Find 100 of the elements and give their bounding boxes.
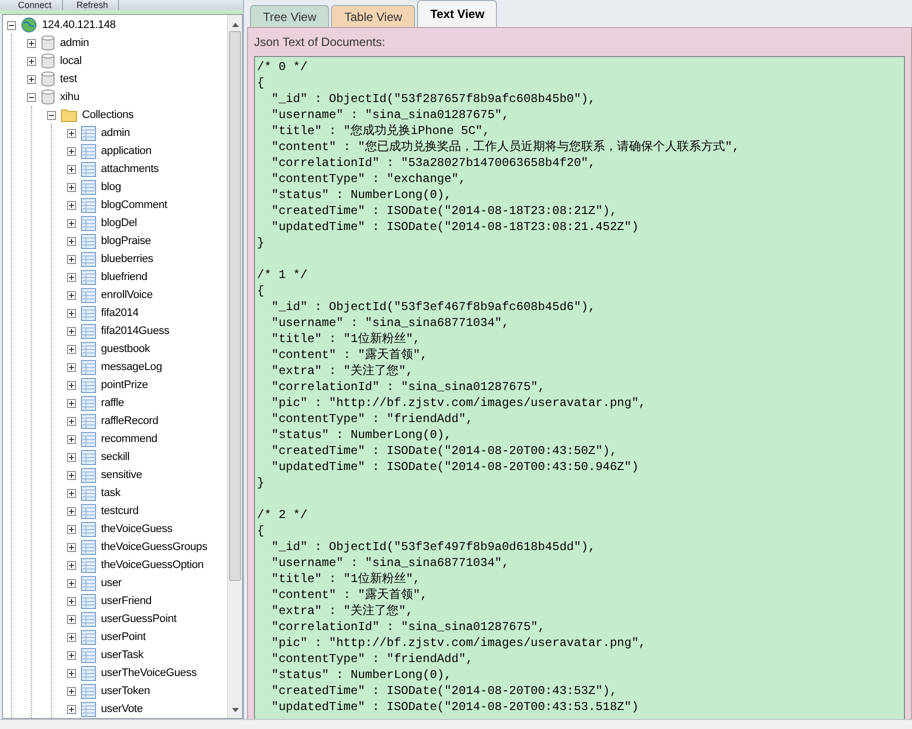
expand-icon[interactable]	[27, 74, 36, 84]
tree-item-label[interactable]: fifa2014Guess	[101, 322, 170, 340]
tree-item-label[interactable]: userGuessPoint	[101, 610, 176, 628]
view-tab[interactable]: Table View	[331, 5, 416, 27]
tree-item-label[interactable]: application	[101, 142, 152, 160]
scrollbar[interactable]	[227, 15, 242, 718]
expand-icon[interactable]	[67, 362, 76, 372]
expand-icon[interactable]	[67, 308, 76, 318]
tree-item-label[interactable]: admin	[101, 124, 130, 142]
table-icon	[81, 234, 96, 248]
tree-item-label[interactable]: user	[101, 574, 122, 592]
panel-label: Json Text of Documents:	[254, 34, 386, 51]
json-line: "content" : "露天首领",	[270, 347, 428, 363]
tree-item-label[interactable]: raffleRecord	[101, 412, 158, 430]
table-icon	[81, 504, 96, 518]
table-icon	[81, 252, 96, 266]
expand-icon[interactable]	[67, 398, 76, 408]
scrollbar-thumb[interactable]	[229, 31, 241, 581]
tree-item-label[interactable]: theVoiceGuess	[101, 520, 172, 538]
table-icon	[81, 522, 96, 536]
tree-item-label[interactable]: blogComment	[101, 196, 168, 214]
expand-icon[interactable]	[67, 542, 76, 552]
expand-icon[interactable]	[67, 236, 76, 246]
expand-icon[interactable]	[67, 650, 76, 660]
tree-item-label[interactable]: xihu	[60, 88, 80, 106]
scroll-down-icon[interactable]	[232, 708, 238, 712]
expand-icon[interactable]	[67, 470, 76, 480]
tree-item-label[interactable]: attachments	[101, 160, 159, 178]
json-line: "username" : "sina_sina68771034",	[270, 315, 510, 331]
tree-item-label[interactable]: admin	[60, 34, 89, 52]
expand-icon[interactable]	[67, 668, 76, 678]
tree-item-label[interactable]: userTask	[101, 646, 144, 664]
tree-item-label[interactable]: theVoiceGuessGroups	[101, 538, 208, 556]
tree-item-label[interactable]: blogDel	[101, 214, 137, 232]
expand-icon[interactable]	[67, 290, 76, 300]
expand-icon[interactable]	[67, 344, 76, 354]
tree-item-label[interactable]: userFriend	[101, 592, 152, 610]
tree-item-label[interactable]: testcurd	[101, 502, 139, 520]
expand-icon[interactable]	[67, 434, 76, 444]
tree-item-label[interactable]: userPoint	[101, 628, 146, 646]
collapse-icon[interactable]	[27, 92, 36, 102]
tree-item-label[interactable]: blueberries	[101, 250, 154, 268]
expand-icon[interactable]	[67, 218, 76, 228]
expand-icon[interactable]	[67, 272, 76, 282]
table-icon	[81, 432, 96, 446]
table-icon	[81, 324, 96, 338]
expand-icon[interactable]	[67, 488, 76, 498]
expand-icon[interactable]	[67, 164, 76, 174]
tree-item-label[interactable]: messageLog	[101, 358, 162, 376]
view-tab[interactable]: Text View	[417, 0, 498, 27]
expand-icon[interactable]	[67, 146, 76, 156]
tree-item-label[interactable]: raffle	[101, 394, 124, 412]
expand-icon[interactable]	[67, 506, 76, 516]
expand-icon[interactable]	[67, 614, 76, 624]
expand-icon[interactable]	[67, 254, 76, 264]
tree-item-label[interactable]: bluefriend	[101, 268, 148, 286]
tree-item-label[interactable]: guestbook	[101, 340, 150, 358]
tree-item-label[interactable]: blog	[101, 178, 121, 196]
expand-icon[interactable]	[67, 686, 76, 696]
expand-icon[interactable]	[67, 578, 76, 588]
tree-item-label[interactable]: sensitive	[101, 466, 142, 484]
expand-icon[interactable]	[27, 38, 36, 48]
table-icon	[81, 180, 96, 194]
expand-icon[interactable]	[27, 56, 36, 66]
expand-icon[interactable]	[67, 560, 76, 570]
json-line: "contentType" : "exchange",	[270, 171, 467, 187]
tree-item-label[interactable]: 124.40.121.148	[42, 16, 116, 34]
tree-item-label[interactable]: pointPrize	[101, 376, 148, 394]
json-line: "username" : "sina_sina01287675",	[270, 107, 510, 123]
tree-item-label[interactable]: test	[60, 70, 77, 88]
expand-icon[interactable]	[67, 596, 76, 606]
expand-icon[interactable]	[67, 200, 76, 210]
tree-item-label[interactable]: blogPraise	[101, 232, 151, 250]
tree-item-label[interactable]: Collections	[82, 106, 134, 124]
expand-icon[interactable]	[67, 380, 76, 390]
tree-item-label[interactable]: fifa2014	[101, 304, 139, 322]
collapse-icon[interactable]	[7, 20, 16, 30]
collapse-icon[interactable]	[47, 110, 56, 120]
tree-item-label[interactable]: userVote	[101, 700, 143, 718]
tree-item-label[interactable]: enrollVoice	[101, 286, 153, 304]
expand-icon[interactable]	[67, 452, 76, 462]
tree-item-label[interactable]: userToken	[101, 682, 150, 700]
expand-icon[interactable]	[67, 632, 76, 642]
expand-icon[interactable]	[67, 182, 76, 192]
tree-item-label[interactable]: seckill	[101, 448, 130, 466]
tree-item-label[interactable]: recommend	[101, 430, 158, 448]
tree-item-label[interactable]: userTheVoiceGuess	[101, 664, 197, 682]
expand-icon[interactable]	[67, 524, 76, 534]
expand-icon[interactable]	[67, 704, 76, 714]
expand-icon[interactable]	[67, 128, 76, 138]
tree-item-label[interactable]: task	[101, 484, 120, 502]
tree-item-label[interactable]: theVoiceGuessOption	[101, 556, 204, 574]
json-line: "title" : "1位新粉丝",	[270, 331, 422, 347]
view-tab[interactable]: Tree View	[250, 5, 330, 27]
expand-icon[interactable]	[67, 416, 76, 426]
scroll-up-icon[interactable]	[232, 23, 238, 27]
database-icon	[41, 35, 55, 51]
table-icon	[81, 216, 96, 230]
expand-icon[interactable]	[67, 326, 76, 336]
tree-item-label[interactable]: local	[60, 52, 82, 70]
